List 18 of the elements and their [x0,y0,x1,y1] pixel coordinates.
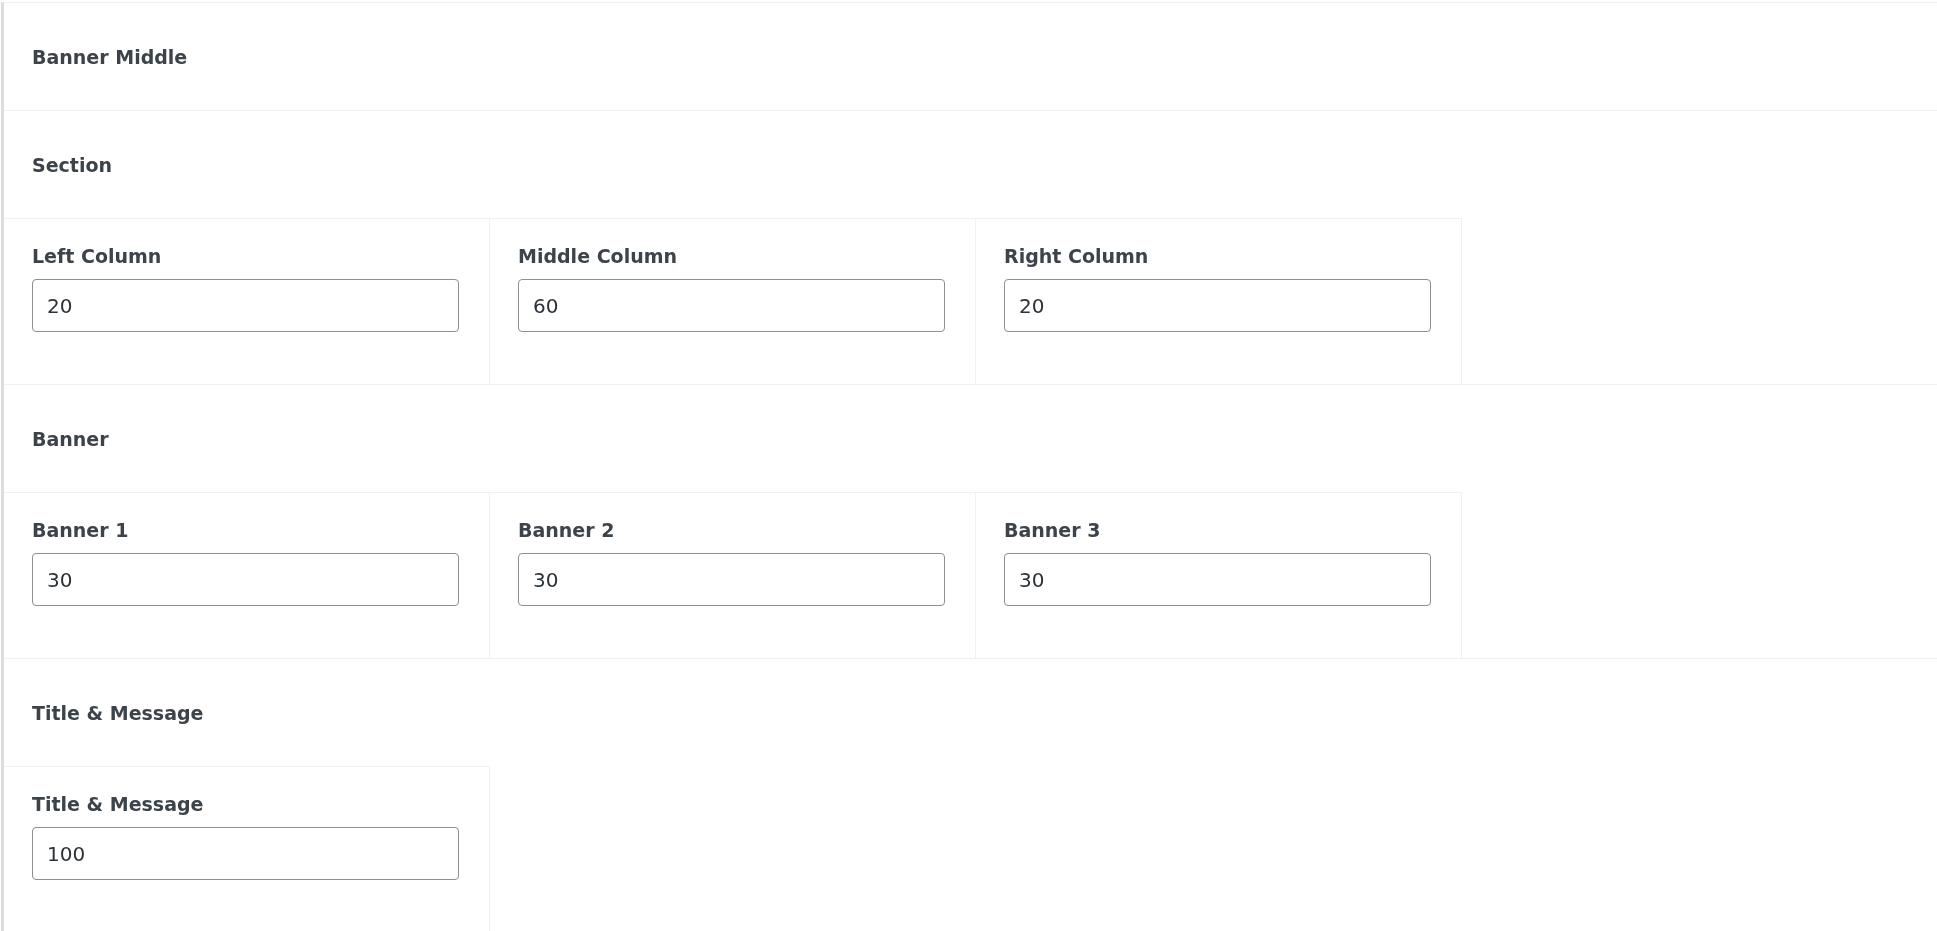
section-title: Title & Message [32,701,204,724]
field-label: Banner 1 [32,519,130,541]
field-label: Left Column [32,245,163,267]
number-input[interactable]: 30 [518,553,945,606]
section-heading: Banner Middle [32,45,188,68]
number-input[interactable]: 60 [518,279,945,332]
section-title: Section [32,153,112,176]
field-label: Right Column [1004,245,1150,267]
number-input[interactable]: 20 [1004,279,1431,332]
field-label: Middle Column [518,245,678,267]
field-label: Banner 2 [518,519,616,541]
number-input[interactable]: 30 [32,553,459,606]
number-input[interactable]: 20 [32,279,459,332]
section-title: Banner [32,427,109,450]
number-input[interactable]: 30 [1004,553,1431,606]
number-input[interactable]: 100 [32,827,459,880]
field-label: Banner 3 [1004,519,1102,541]
field-label: Title & Message [32,793,205,815]
